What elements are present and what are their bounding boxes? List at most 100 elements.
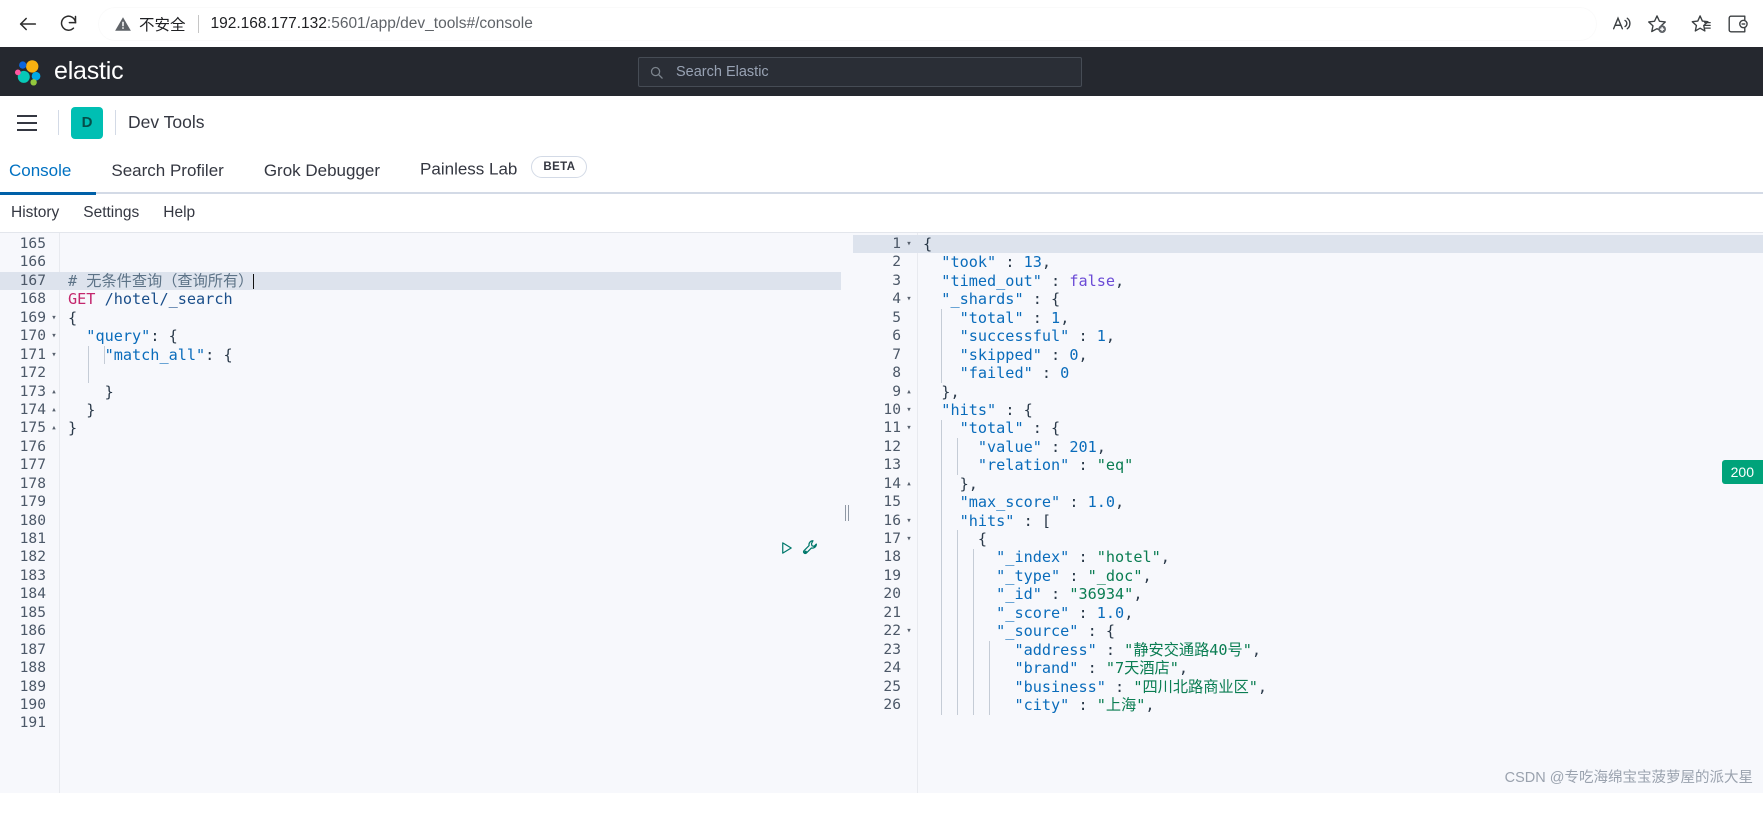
code-line[interactable]: 175 ▴} bbox=[0, 419, 841, 437]
fold-toggle-icon[interactable]: ▴ bbox=[903, 383, 915, 401]
code-line[interactable]: 177 bbox=[0, 456, 841, 474]
fold-toggle-icon[interactable]: ▾ bbox=[903, 401, 915, 419]
code-line: 18 "_index" : "hotel", bbox=[841, 548, 1763, 566]
code-line[interactable]: 176 bbox=[0, 438, 841, 456]
global-search[interactable]: Search Elastic bbox=[638, 57, 1082, 87]
code-text: "timed_out" : false, bbox=[941, 271, 1125, 290]
code-line[interactable]: 165 bbox=[0, 235, 841, 253]
collections-icon[interactable] bbox=[1719, 6, 1755, 42]
pane-splitter[interactable] bbox=[841, 233, 853, 793]
request-editor[interactable]: 165 166 167 # 无条件查询（查询所有） 168 GET /hotel/_sea… bbox=[0, 233, 841, 793]
code-text: }, bbox=[959, 474, 978, 493]
line-number: 179 bbox=[19, 493, 46, 511]
console-body: 200 165 166 167 # 无条件查询（查询所有） 168 GET /hotel/… bbox=[0, 232, 1763, 793]
back-button[interactable] bbox=[8, 4, 48, 44]
code-line[interactable]: 180 bbox=[0, 512, 841, 530]
address-bar[interactable]: 不安全 192.168.177.132:5601/app/dev_tools#/… bbox=[98, 6, 1597, 41]
code-line: 26 "city" : "上海", bbox=[841, 696, 1763, 714]
code-line[interactable]: 170 ▾ "query": { bbox=[0, 327, 841, 345]
code-line[interactable]: 190 bbox=[0, 696, 841, 714]
fold-toggle-icon[interactable]: ▾ bbox=[903, 235, 915, 253]
code-line[interactable]: 167 # 无条件查询（查询所有） bbox=[0, 271, 841, 291]
code-text: }, bbox=[941, 382, 960, 401]
code-line: 10 ▾ "hits" : { bbox=[841, 401, 1763, 419]
code-line[interactable]: 188 bbox=[0, 659, 841, 677]
indent-guide bbox=[957, 530, 958, 715]
fold-toggle-icon[interactable]: ▾ bbox=[903, 512, 915, 530]
fold-toggle-icon[interactable]: ▾ bbox=[48, 309, 60, 327]
tabs-underline bbox=[0, 192, 1763, 195]
code-line[interactable]: 185 bbox=[0, 604, 841, 622]
code-line: 9 ▴ }, bbox=[841, 383, 1763, 401]
code-text: "_score" : 1.0, bbox=[996, 603, 1134, 622]
read-aloud-icon[interactable] bbox=[1603, 6, 1639, 42]
fold-toggle-icon[interactable]: ▾ bbox=[903, 419, 915, 437]
fold-toggle-icon[interactable]: ▾ bbox=[48, 327, 60, 345]
tab-grok-debugger[interactable]: Grok Debugger bbox=[264, 161, 380, 194]
fold-toggle-icon[interactable]: ▾ bbox=[903, 622, 915, 640]
submenu-help[interactable]: Help bbox=[163, 204, 195, 222]
code-text: "query": { bbox=[86, 327, 178, 346]
elastic-global-header: elastic Search Elastic bbox=[0, 47, 1763, 96]
code-line[interactable]: 181 bbox=[0, 530, 841, 548]
line-number: 183 bbox=[19, 566, 46, 584]
line-number: 175 bbox=[19, 419, 46, 437]
code-text: "relation" : "eq" bbox=[977, 456, 1134, 475]
code-line[interactable]: 178 bbox=[0, 475, 841, 493]
submenu-history[interactable]: History bbox=[11, 204, 59, 222]
favorites-icon[interactable] bbox=[1683, 6, 1719, 42]
reload-button[interactable] bbox=[48, 4, 88, 44]
code-line[interactable]: 179 bbox=[0, 493, 841, 511]
fold-toggle-icon[interactable]: ▴ bbox=[48, 419, 60, 437]
browser-toolbar-icons bbox=[1603, 6, 1755, 42]
code-line[interactable]: 182 bbox=[0, 548, 841, 566]
watermark: CSDN @专吃海绵宝宝菠萝屋的派大星 bbox=[1504, 770, 1753, 786]
tab-search-profiler[interactable]: Search Profiler bbox=[111, 161, 223, 194]
code-line: 16 ▾ "hits" : [ bbox=[841, 512, 1763, 530]
code-line[interactable]: 184 bbox=[0, 585, 841, 603]
nav-divider-1 bbox=[58, 110, 59, 135]
code-line[interactable]: 187 bbox=[0, 641, 841, 659]
code-line: 7 "skipped" : 0, bbox=[841, 346, 1763, 364]
code-line[interactable]: 172 bbox=[0, 364, 841, 382]
fold-toggle-icon[interactable]: ▾ bbox=[903, 290, 915, 308]
code-line[interactable]: 183 bbox=[0, 567, 841, 585]
response-viewer[interactable]: 1 ▾{2 "took" : 13, 3 "timed_out" : false, 4… bbox=[841, 233, 1763, 793]
request-actions bbox=[779, 539, 819, 560]
code-line: 1 ▾{ bbox=[841, 235, 1763, 254]
indent-guide bbox=[88, 345, 89, 383]
code-line[interactable]: 168 GET /hotel/_search bbox=[0, 290, 841, 308]
tab-painless-lab[interactable]: Painless Lab BETA bbox=[420, 156, 588, 194]
fold-toggle-icon[interactable]: ▴ bbox=[48, 383, 60, 401]
code-line[interactable]: 169 ▾ { bbox=[0, 309, 841, 327]
hamburger-menu-icon[interactable] bbox=[8, 104, 46, 142]
fold-toggle-icon[interactable]: ▴ bbox=[48, 401, 60, 419]
code-line[interactable]: 171 ▾ "match_all": { bbox=[0, 346, 841, 364]
code-text: } bbox=[86, 400, 96, 419]
request-code[interactable]: 165 166 167 # 无条件查询（查询所有） 168 GET /hotel/_sea… bbox=[0, 233, 841, 733]
app-avatar[interactable]: D bbox=[71, 106, 103, 139]
submenu-settings[interactable]: Settings bbox=[83, 204, 139, 222]
add-favorite-icon[interactable] bbox=[1639, 6, 1675, 42]
play-triangle-icon[interactable] bbox=[779, 540, 794, 560]
code-line[interactable]: 174 ▴ } bbox=[0, 401, 841, 419]
code-line[interactable]: 191 bbox=[0, 714, 841, 732]
wrench-icon[interactable] bbox=[802, 539, 819, 560]
fold-toggle-icon[interactable]: ▴ bbox=[903, 475, 915, 493]
code-line[interactable]: 189 bbox=[0, 678, 841, 696]
beta-badge: BETA bbox=[531, 156, 588, 178]
code-text: "address" : "静安交通路40号", bbox=[1014, 640, 1262, 659]
code-line: 5 "total" : 1, bbox=[841, 309, 1763, 327]
code-line[interactable]: 166 bbox=[0, 253, 841, 271]
elastic-brand[interactable]: elastic bbox=[0, 57, 124, 87]
console-submenu: History Settings Help bbox=[0, 194, 1763, 232]
code-line[interactable]: 173 ▴ } bbox=[0, 383, 841, 401]
security-label: 不安全 bbox=[139, 16, 186, 34]
tab-console[interactable]: Console bbox=[9, 161, 71, 194]
fold-toggle-icon[interactable]: ▾ bbox=[903, 530, 915, 548]
line-number: 188 bbox=[19, 659, 46, 677]
code-line[interactable]: 186 bbox=[0, 622, 841, 640]
code-line: 19 "_type" : "_doc", bbox=[841, 567, 1763, 585]
fold-toggle-icon[interactable]: ▾ bbox=[48, 346, 60, 364]
